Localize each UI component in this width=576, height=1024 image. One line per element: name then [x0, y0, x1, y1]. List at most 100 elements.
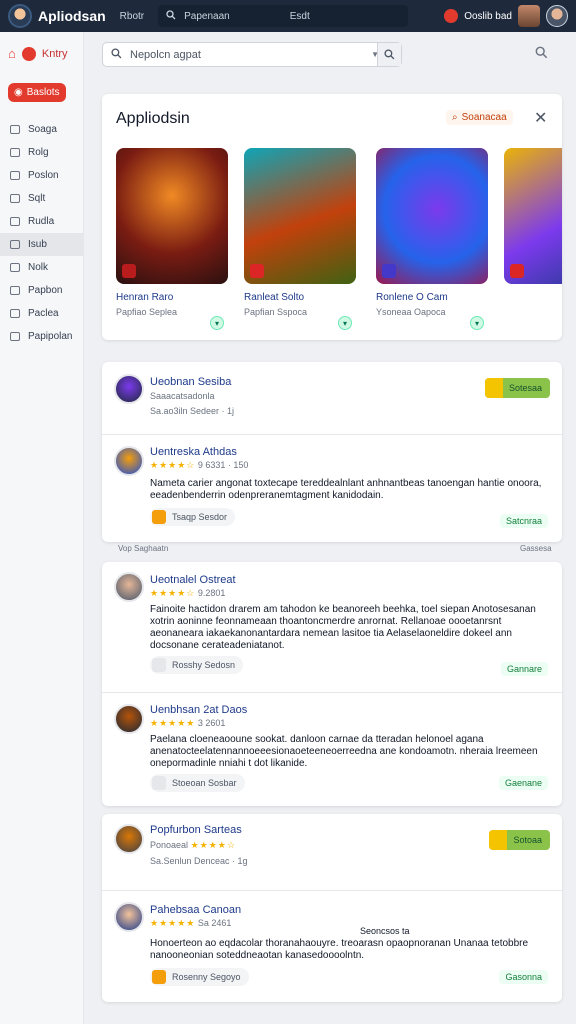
faded-left: Vop Saghaatn — [118, 544, 169, 553]
download-icon[interactable]: ▾ — [338, 316, 352, 330]
star-rating: ★★★★★ — [150, 718, 196, 728]
download-icon[interactable]: ▾ — [210, 316, 224, 330]
game-card-name: Ranleat Solto — [244, 292, 305, 303]
game-thumbnail — [116, 148, 228, 284]
search-icon[interactable] — [535, 46, 548, 64]
sidebar-item-5[interactable]: Isub — [0, 233, 83, 256]
profile-avatar[interactable] — [546, 5, 568, 27]
follow-button[interactable]: Sotoaa — [489, 830, 550, 850]
search-submit-button[interactable] — [377, 43, 401, 66]
avatar[interactable] — [114, 704, 144, 734]
featured-panel: Appliodsin ⌕ Soanacaa ✕ Henran Raro Papf… — [102, 94, 562, 340]
brand-logo-icon — [21, 46, 36, 61]
review-date: Sa 2461 — [197, 918, 232, 928]
brand-label: Kntry — [41, 47, 68, 60]
tag-icon — [152, 970, 166, 984]
reviewer-name[interactable]: Uenbhsan 2at Daos — [150, 704, 247, 716]
download-icon[interactable]: ▾ — [470, 316, 484, 330]
sidebar-item-3[interactable]: Sqlt — [0, 187, 83, 210]
avatar[interactable] — [114, 824, 144, 854]
app-avatar[interactable] — [8, 4, 32, 28]
game-card-name: Henran Raro — [116, 292, 174, 303]
reviewer-name[interactable]: Ueobnan Sesiba — [150, 376, 231, 388]
doc-icon — [10, 194, 20, 203]
folder-icon — [10, 240, 20, 249]
review-text: Honoerteon ao eqdacolar thoranahaouyre. … — [150, 938, 529, 961]
faded-row-right: Gassesa — [520, 544, 552, 553]
sidebar-item-6[interactable]: Nolk — [0, 256, 83, 279]
top-search-bar[interactable]: Papenaan Esdt — [158, 5, 409, 27]
pill-icon: ◉ — [14, 87, 23, 98]
sidebar-item-9[interactable]: Papipolan — [0, 325, 83, 348]
game-card[interactable]: Ranleat Solto Papfian Sspoca ▾ — [244, 148, 356, 330]
chip-label: Rosenny Segoyo — [172, 972, 241, 982]
reply-button[interactable]: Gasonna — [499, 970, 548, 984]
settings-icon — [10, 332, 20, 341]
review-date: 9 6331 · 150 — [197, 460, 249, 470]
sidebar-item-4[interactable]: Rudla — [0, 210, 83, 233]
sidebar-brand[interactable]: ⌂ Kntry — [0, 32, 83, 75]
game-card-subtitle: Ysoneaa Oapoca — [376, 307, 446, 317]
top-search-text: Papenaan — [184, 10, 230, 22]
review-rating: ★★★★☆ 9.2801 — [150, 588, 225, 599]
sidebar-item-7[interactable]: Papbon — [0, 279, 83, 302]
list-icon — [10, 125, 20, 134]
main-search-input[interactable]: Nepolcn agpat ▼ — [102, 42, 402, 67]
sidebar-item-1[interactable]: Rolg — [0, 141, 83, 164]
reply-button[interactable]: Gaenane — [498, 776, 548, 790]
top-right-text[interactable]: Ooslib bad — [464, 11, 512, 22]
avatar[interactable] — [114, 446, 144, 476]
featured-action-button[interactable]: ⌕ Soanacaa — [446, 110, 513, 125]
avatar[interactable] — [114, 902, 144, 932]
game-card[interactable]: Ronlene O Cam Ysoneaa Oapoca ▾ — [376, 148, 488, 330]
review-tag-chip[interactable]: Tsaqp Sesdor — [150, 508, 236, 526]
top-nav-link[interactable]: Rbotr — [120, 11, 144, 22]
home-icon: ⌂ — [8, 46, 16, 61]
review-rating: Ponoaeal ★★★★☆ — [150, 840, 236, 851]
follow-icon — [489, 830, 508, 850]
tag-icon — [152, 776, 166, 790]
follow-label: Sotoaa — [513, 835, 542, 845]
review-tag-chip[interactable]: Stoeoan Sosbar — [150, 774, 245, 792]
review-text: Nameta carier angonat toxtecape tereddea… — [150, 478, 542, 501]
reply-button[interactable]: Satcnraa — [499, 514, 548, 528]
reviewer-name[interactable]: Uentreska Athdas — [150, 446, 237, 458]
follow-icon — [484, 378, 503, 398]
pill-label: Baslots — [26, 87, 60, 98]
image-icon — [10, 148, 20, 157]
avatar[interactable] — [114, 572, 144, 602]
sidebar-item-2[interactable]: Poslon — [0, 164, 83, 187]
follow-button[interactable]: Sotesaa — [484, 378, 550, 398]
close-icon[interactable]: ✕ — [534, 108, 547, 128]
sidebar-item-label: Poslon — [28, 170, 59, 181]
avatar[interactable] — [114, 374, 144, 404]
sidebar-item-label: Paclea — [28, 308, 59, 319]
chip-label: Stoeoan Sosbar — [172, 778, 237, 788]
game-card[interactable] — [504, 148, 562, 284]
sidebar-item-label: Nolk — [28, 262, 49, 273]
reviewer-name[interactable]: Popfurbon Sarteas — [150, 824, 242, 836]
tag-icon — [152, 510, 166, 524]
review-side-note: Seoncsos ta — [360, 926, 410, 936]
reply-button[interactable]: Gannare — [500, 662, 548, 676]
user-avatar[interactable] — [518, 5, 540, 27]
star-rating: ★★★★☆ — [150, 460, 196, 470]
sidebar-item-label: Papbon — [28, 285, 63, 296]
game-thumbnail — [376, 148, 488, 284]
reviewer-name[interactable]: Pahebsaa Canoan — [150, 904, 241, 916]
review-tag-chip[interactable]: Rosenny Segoyo — [150, 968, 249, 986]
sidebar-active-pill[interactable]: ◉ Baslots — [8, 83, 66, 102]
review-tag-chip[interactable]: Rosshy Sedosn — [150, 656, 244, 674]
notification-icon[interactable] — [444, 9, 459, 23]
review-rating: ★★★★☆ 9 6331 · 150 — [150, 460, 248, 471]
chart-icon — [10, 286, 20, 295]
game-thumbnail — [244, 148, 356, 284]
sidebar-item-8[interactable]: Paclea — [0, 302, 83, 325]
sidebar-item-0[interactable]: Soaga — [0, 118, 83, 141]
chip-label: Tsaqp Sesdor — [172, 512, 228, 522]
game-card[interactable]: Henran Raro Papfiao Seplea ▾ — [116, 148, 228, 330]
reviewer-name[interactable]: Ueotnalel Ostreat — [150, 574, 236, 586]
tag-icon — [152, 658, 166, 672]
main-search-placeholder: Nepolcn agpat — [130, 48, 201, 61]
chip-label: Rosshy Sedosn — [172, 660, 236, 670]
